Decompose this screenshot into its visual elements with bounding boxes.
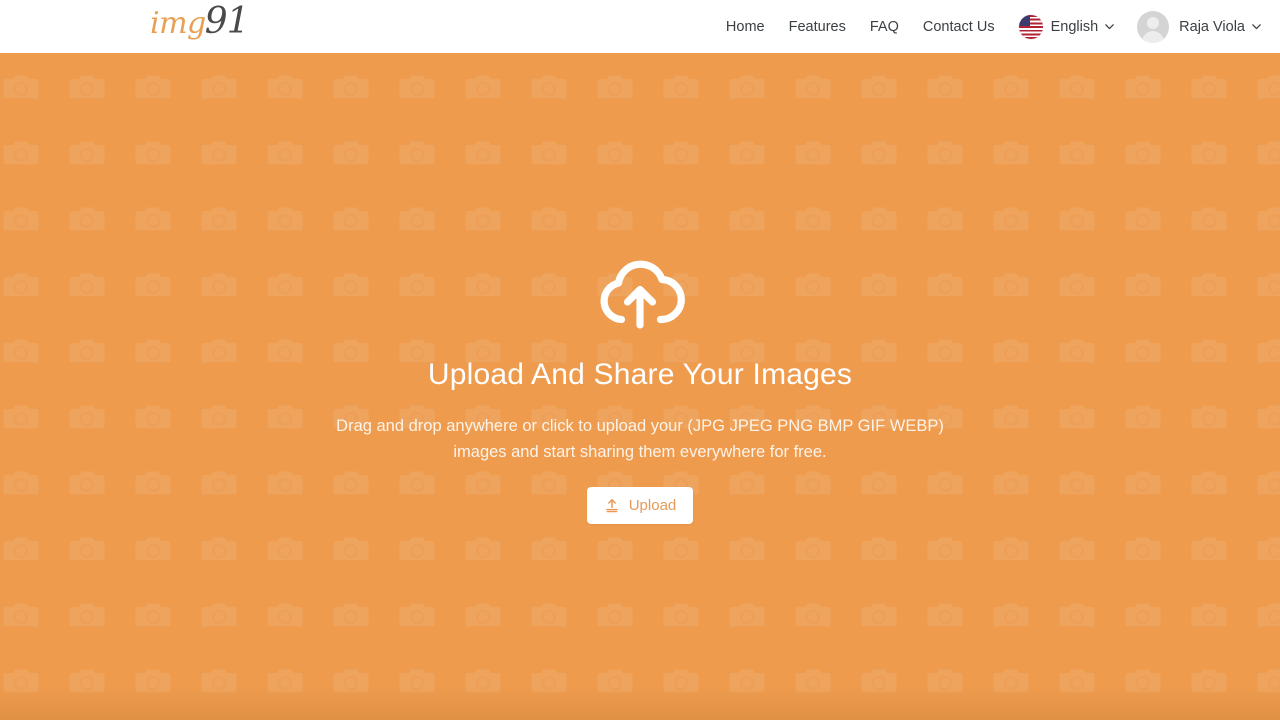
hero-subtitle: Drag and drop anywhere or click to uploa… (330, 413, 950, 465)
upload-button-label: Upload (628, 497, 677, 514)
logo-text-91: 91 (204, 1, 250, 42)
cloud-upload-icon (594, 255, 686, 333)
site-logo[interactable]: img91 (150, 1, 250, 42)
main-navigation: Home Features FAQ Contact Us English Raj… (726, 0, 1280, 53)
language-label: English (1050, 18, 1099, 35)
upload-button[interactable]: Upload (586, 487, 694, 524)
nav-link-faq[interactable]: FAQ (870, 19, 899, 35)
nav-link-home[interactable]: Home (726, 19, 765, 35)
user-menu[interactable]: Raja Viola (1137, 10, 1262, 43)
us-flag-icon (1018, 14, 1043, 39)
user-name-label: Raja Viola (1179, 18, 1245, 35)
chevron-down-icon (1251, 21, 1262, 32)
hero-subtitle-line-1: Drag and drop anywhere or click to uploa… (336, 417, 944, 435)
language-selector[interactable]: English (1018, 14, 1116, 39)
nav-link-contact-us[interactable]: Contact Us (923, 19, 995, 35)
page-title: Upload And Share Your Images (427, 358, 853, 391)
logo-text-img: img (150, 6, 206, 41)
hero-subtitle-line-2: images and start sharing them everywhere… (453, 443, 827, 461)
user-avatar-icon (1137, 10, 1170, 43)
chevron-down-icon (1104, 21, 1115, 32)
site-header: img91 Home Features FAQ Contact Us Engli… (0, 0, 1280, 53)
upload-dropzone[interactable]: Upload And Share Your Images Drag and dr… (0, 53, 1280, 720)
upload-icon (604, 498, 620, 514)
hero-content: Upload And Share Your Images Drag and dr… (0, 53, 1280, 720)
nav-link-features[interactable]: Features (789, 19, 846, 35)
